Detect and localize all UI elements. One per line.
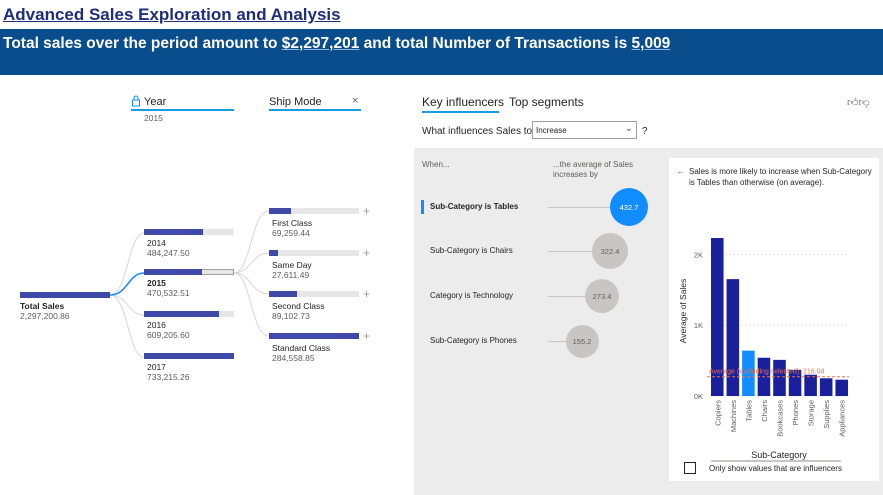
year-value: 609,205.60 (147, 330, 190, 340)
year-value: 470,532.51 (147, 288, 190, 298)
detail-description: Sales is more likely to increase when Su… (689, 167, 872, 187)
year-bar[interactable] (144, 353, 234, 359)
expand-plus-icon[interactable]: + (363, 247, 370, 259)
influencers-only-checkbox[interactable] (684, 462, 696, 474)
thumbs-down-icon[interactable]: 👎︎ (859, 97, 870, 109)
column-avg-increase: ...the average of Sales increases by (553, 160, 634, 179)
x-tick-label: Copiers (713, 400, 722, 426)
checkbox-label: Only show values that are influencers (709, 464, 842, 473)
shipmode-bar[interactable] (269, 291, 297, 297)
chevron-down-icon: ⌄ (624, 123, 633, 134)
year-value: 484,247.50 (147, 248, 190, 258)
x-tick-label: Chairs (760, 400, 769, 422)
horizontal-scrollbar[interactable] (711, 460, 841, 462)
y-tick-label: 2K (694, 250, 703, 259)
thumbs-up-icon[interactable]: 👍︎ (847, 97, 859, 109)
influencer-line (548, 207, 610, 208)
x-tick-label: Appliances (838, 400, 847, 437)
shipmode-value: 69,259.44 (272, 228, 310, 238)
bar-supplies[interactable] (819, 378, 833, 396)
shipmode-label: Second Class (272, 301, 325, 311)
influencer-bubble[interactable]: 273.4 (585, 279, 619, 313)
tab-active-indicator (422, 111, 499, 113)
x-tick-label: Phones (791, 400, 800, 426)
shipmode-label: Same Day (272, 260, 312, 270)
root-value: 2,297,200.86 (20, 311, 70, 321)
shipmode-bar[interactable] (269, 250, 278, 256)
x-tick-label: Bookcases (776, 400, 785, 437)
x-tick-label: Supplies (822, 400, 831, 429)
year-label: 2014 (147, 238, 166, 248)
shipmode-bar[interactable] (269, 208, 291, 214)
help-icon[interactable]: ? (642, 126, 648, 137)
selected-indicator (421, 200, 424, 214)
bar-appliances[interactable] (835, 379, 848, 396)
average-line-label: Average (excluding selected): 216.04 (709, 369, 825, 376)
expand-plus-icon[interactable]: + (363, 205, 370, 217)
year-label: 2016 (147, 320, 166, 330)
root-bar[interactable] (20, 292, 110, 298)
x-tick-label: Storage (807, 400, 816, 426)
x-tick-label: Tables (744, 400, 753, 422)
tab-top-segments[interactable]: Top segments (509, 95, 584, 109)
shipmode-label: Standard Class (272, 343, 331, 353)
y-axis-title: Average of Sales (678, 279, 688, 344)
shipmode-label: First Class (272, 218, 313, 228)
influencer-label[interactable]: Sub-Category is Tables (430, 202, 518, 211)
back-arrow-icon[interactable]: ← (676, 166, 685, 176)
shipmode-bar[interactable] (269, 333, 359, 339)
bar-storage[interactable] (804, 374, 817, 396)
bar-machines[interactable] (726, 279, 740, 396)
root-label: Total Sales (20, 301, 65, 311)
influencer-line (548, 341, 566, 342)
shipmode-value: 284,558.85 (272, 353, 315, 363)
influence-question: What influences Sales to (422, 126, 533, 137)
subcategory-bar-chart: 0K 1K 2K Average of Sales Copiers Machines Tab… (678, 238, 849, 462)
year-bar[interactable] (144, 229, 203, 235)
bar-bookcases[interactable] (773, 359, 786, 396)
influencer-label[interactable]: Category is Technology (430, 291, 513, 300)
column-when: When... (422, 160, 450, 169)
year-label: 2015 (147, 278, 166, 288)
feedback-icons: 👍︎👎︎ (847, 96, 870, 109)
influencer-bubble[interactable]: 155.2 (565, 324, 599, 358)
x-tick-label: Machines (729, 400, 738, 432)
year-value: 733,215.26 (147, 372, 190, 382)
influencer-bubble[interactable]: 432.7 (610, 188, 648, 226)
shipmode-bar-bg[interactable] (269, 250, 359, 256)
y-tick-label: 1K (694, 321, 703, 330)
year-bar[interactable] (144, 269, 202, 275)
x-axis-title: Sub-Category (751, 450, 807, 460)
increase-dropdown[interactable]: Increase ⌄ (532, 121, 637, 139)
influencer-bubble[interactable]: 322.4 (592, 233, 628, 269)
tab-key-influencers[interactable]: Key influencers (422, 95, 504, 109)
influencer-label[interactable]: Sub-Category is Chairs (430, 246, 513, 255)
expand-plus-icon[interactable]: + (363, 330, 370, 342)
influencer-line (548, 296, 585, 297)
year-label: 2017 (147, 362, 166, 372)
year-bar[interactable] (144, 311, 219, 317)
influencer-line (548, 251, 592, 252)
expand-plus-icon[interactable]: + (363, 288, 370, 300)
shipmode-value: 27,611.49 (272, 270, 310, 280)
y-tick-label: 0K (694, 392, 703, 401)
dropdown-value: Increase (536, 126, 567, 135)
influencer-label[interactable]: Sub-Category is Phones (430, 336, 517, 345)
shipmode-value: 89,102.73 (272, 311, 310, 321)
